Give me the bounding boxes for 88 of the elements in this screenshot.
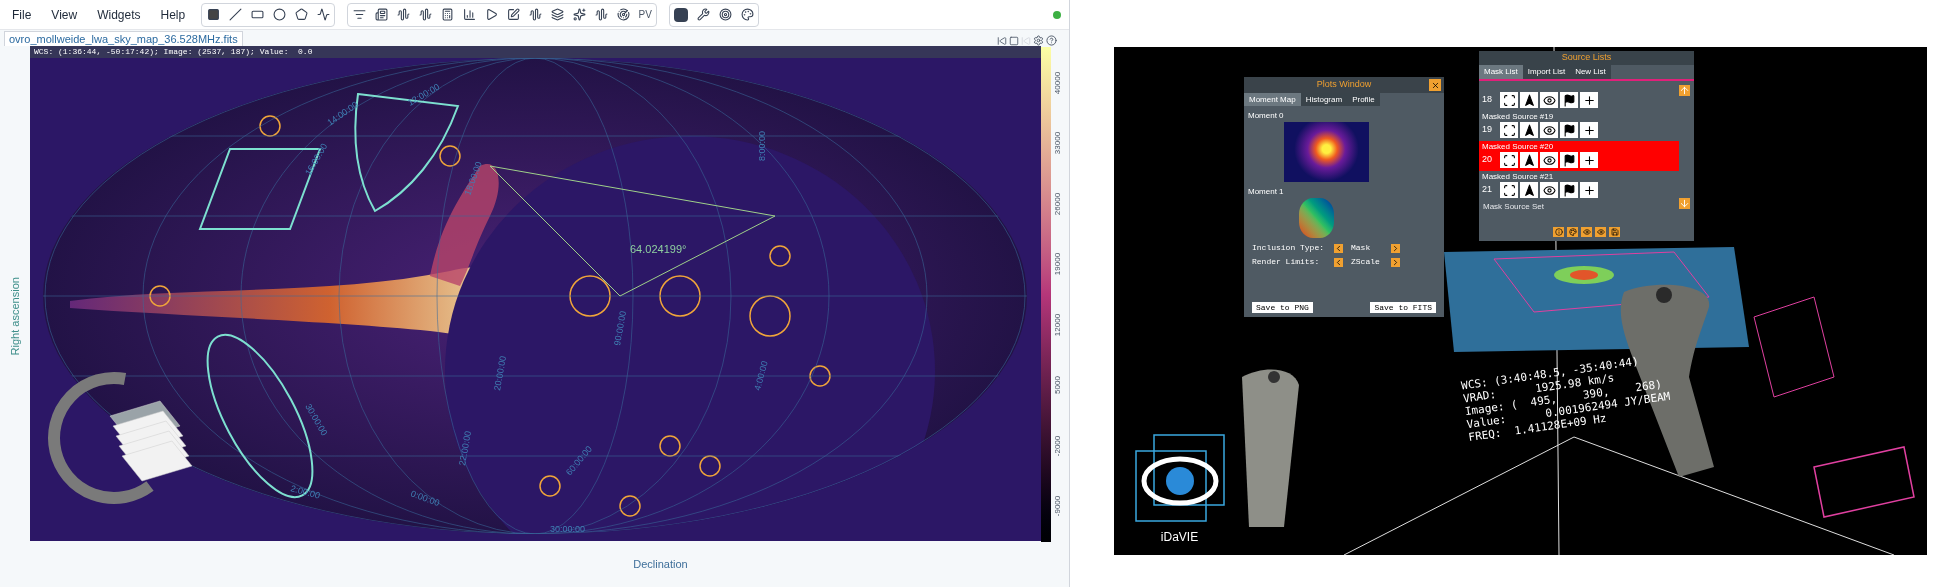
colorbar-tick-label: 5000 [1052,376,1063,394]
palette-icon[interactable] [1567,227,1578,237]
option-value: Mask [1351,242,1372,254]
menu-item[interactable]: Help [152,5,194,24]
tab[interactable]: Profile [1347,93,1380,106]
previous-button[interactable] [1334,257,1343,267]
source-row[interactable]: Masked Source #21 21 [1479,171,1679,201]
tab[interactable]: Histogram [1300,93,1348,106]
source-name: Masked Source #21 [1482,172,1555,182]
image-tab[interactable]: ovro_mollweide_lwa_sky_map_36.528MHz.fits [4,31,243,46]
logo-icon [48,372,193,504]
save-button[interactable]: Save to PNG [1252,302,1313,313]
colorbar-tick-label: -2000 [1052,435,1063,456]
flag-icon[interactable] [1560,92,1578,108]
menu-item[interactable]: File [4,5,40,24]
square-icon[interactable] [1009,35,1019,46]
plus-icon[interactable] [1580,92,1598,108]
option-value: ZScale [1351,256,1381,268]
focus-icon[interactable] [1500,122,1518,138]
velocity-map-drawing [1299,198,1334,238]
window-title: Source Lists [1561,51,1612,65]
eye-icon[interactable] [1540,182,1558,198]
plot-title: Moment 0 [1247,110,1285,122]
outline-box-icon [1813,446,1915,518]
source-row[interactable]: Masked Source #20 20 [1479,141,1679,171]
source-name: Masked Source #19 [1482,112,1555,122]
colorbar-tick-label: -9000 [1052,495,1063,517]
option-label: Inclusion Type: [1252,242,1325,254]
save-button[interactable]: Save to FITS [1370,302,1436,313]
focus-icon[interactable] [1500,182,1518,198]
plot-title: Moment 1 [1247,186,1285,198]
source-number: 20 [1482,153,1493,167]
eye-icon[interactable] [1540,152,1558,168]
grid-label: 8:00:00 [757,130,767,161]
eye-icon[interactable] [1540,122,1558,138]
window-title: Plots Window [1316,78,1372,92]
option-label: Render Limits: [1252,256,1321,268]
cursor-info: WCS: (1:36:44, -50:17:42); Image: (2537, 187); Value: 0.0 [30,46,1041,58]
next-button[interactable] [1391,257,1400,267]
tab[interactable]: Moment Map [1244,93,1301,106]
plus-icon[interactable] [1580,122,1598,138]
close-icon [1430,80,1440,90]
colorbar-tick-label: 33000 [1052,132,1063,155]
flag-icon[interactable] [1560,122,1578,138]
flag-icon[interactable] [1560,152,1578,168]
grid-label: 4:00:00 [752,359,770,392]
focus-icon[interactable] [1500,92,1518,108]
previous-button[interactable] [1334,243,1343,253]
next-button[interactable] [1391,243,1400,253]
tab[interactable]: Mask List [1479,65,1523,79]
plus-icon[interactable] [1580,182,1598,198]
settings-icon[interactable] [1033,35,1044,46]
first-frame-icon[interactable] [997,35,1007,46]
focus-icon[interactable] [1500,152,1518,168]
tab[interactable]: New List [1570,65,1611,79]
source-row[interactable]: 18 [1479,81,1679,111]
menu-item[interactable]: Widgets [89,5,149,24]
tab[interactable]: Import List [1522,65,1571,79]
colorbar-tick-label: 19000 [1052,253,1063,276]
grid-label: 30:00:00 [550,524,586,534]
colorbar-tick-label: 12000 [1052,313,1063,336]
help-icon[interactable] [1046,35,1057,46]
grid-label: 0:00:00 [409,488,441,509]
footer-label: Mask Source Set [1482,201,1545,213]
logo-text: iDaVIE [1160,529,1199,546]
flag-icon[interactable] [1560,182,1578,198]
eye-icon[interactable] [1540,92,1558,108]
grid-label: 22:00:00 [457,430,474,467]
source-number: 21 [1482,183,1493,197]
pv-button[interactable]: PV [634,3,657,26]
outline-box-icon [1753,296,1835,398]
measurement-label: 64.024199° [630,243,687,255]
info-icon[interactable] [1553,227,1564,237]
grid-label: 90:00:00 [612,310,629,347]
grid-label: 2:00:00 [289,483,322,501]
source-number: 18 [1482,93,1493,107]
source-row[interactable]: Masked Source #19 19 [1479,111,1679,141]
colorbar-tick-label: 40000 [1052,71,1063,95]
source-number: 19 [1482,123,1493,137]
source-name: Masked Source #20 [1482,142,1555,152]
plus-icon[interactable] [1580,152,1598,168]
axis-label: Declination [633,556,688,572]
axis-label: Right ascension [7,277,22,356]
menu-item[interactable]: View [43,5,86,24]
save-icon[interactable] [1609,227,1620,237]
grid-label: 20:00:00 [492,355,509,392]
close-button[interactable] [1429,79,1441,91]
colorbar-tick-label: 26000 [1052,192,1063,215]
